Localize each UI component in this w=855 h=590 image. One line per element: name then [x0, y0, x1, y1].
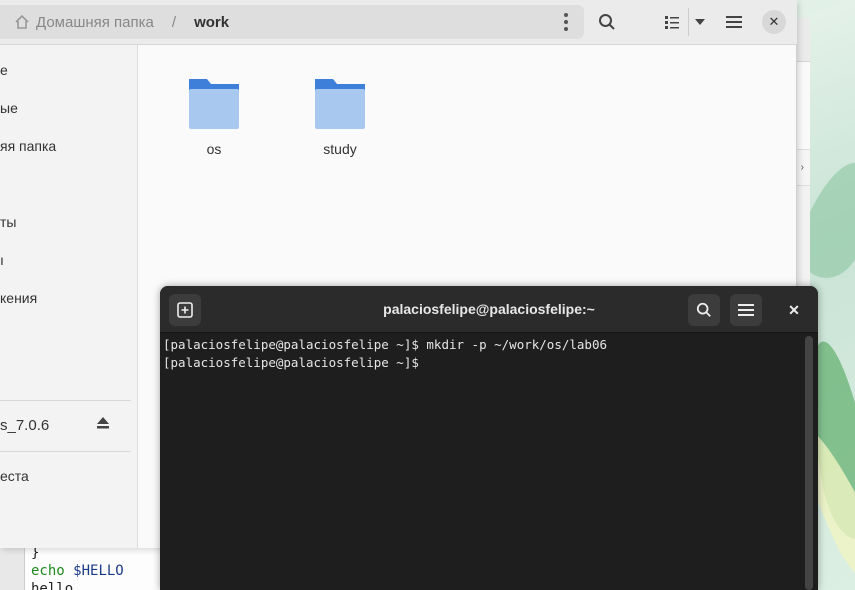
- chevron-right-icon: ›: [800, 162, 804, 173]
- search-button[interactable]: [596, 8, 618, 36]
- close-icon: ✕: [768, 14, 780, 29]
- editor-line: hello: [31, 581, 74, 590]
- sidebar-item[interactable]: яя папка: [0, 138, 56, 154]
- terminal-close-button[interactable]: ✕: [782, 298, 806, 322]
- terminal-search-button[interactable]: [688, 294, 720, 326]
- editor-line: echo $HELLO: [31, 563, 124, 579]
- folder-label: os: [206, 141, 222, 157]
- search-icon: [599, 14, 615, 30]
- terminal-window: palaciosfelipe@palaciosfelipe:~ ✕ [palac…: [160, 286, 818, 590]
- hamburger-menu-icon: [726, 16, 742, 28]
- sidebar-divider: [0, 400, 131, 401]
- folder-icon: [189, 79, 239, 129]
- hamburger-menu-icon: [738, 304, 754, 316]
- search-icon: [696, 302, 711, 317]
- view-list-button[interactable]: [660, 8, 684, 36]
- view-options-button[interactable]: [688, 8, 710, 36]
- header-bar: Домашняя папка / work ✕: [0, 0, 797, 45]
- terminal-line: [palaciosfelipe@palaciosfelipe ~]$ mkdir…: [163, 337, 608, 352]
- terminal-line: [palaciosfelipe@palaciosfelipe ~]$: [163, 355, 427, 370]
- folder-icon: [315, 79, 365, 129]
- terminal-scrollbar[interactable]: [805, 336, 813, 590]
- terminal-menu-button[interactable]: [730, 294, 762, 326]
- breadcrumb-home-label: Домашняя папка: [36, 13, 154, 31]
- sidebar: е ые яя папка ты ı кения s_7.0.6 еста: [0, 45, 138, 548]
- breadcrumb-separator: /: [171, 13, 177, 31]
- path-menu-icon[interactable]: [558, 12, 574, 32]
- folder-item[interactable]: os: [169, 75, 259, 157]
- home-icon: [15, 14, 29, 29]
- sidebar-item[interactable]: ты: [0, 214, 16, 230]
- sidebar-divider: [0, 451, 131, 452]
- chevron-down-icon: [694, 19, 705, 25]
- folder-label: study: [323, 141, 357, 157]
- sidebar-item-other-locations[interactable]: еста: [0, 468, 29, 484]
- breadcrumb-current[interactable]: work: [194, 14, 229, 31]
- list-view-icon: [665, 16, 679, 29]
- close-button[interactable]: ✕: [762, 10, 786, 34]
- sidebar-item[interactable]: ı: [0, 252, 4, 268]
- close-icon: ✕: [788, 301, 800, 318]
- terminal-output[interactable]: [palaciosfelipe@palaciosfelipe ~]$ mkdir…: [163, 336, 803, 372]
- breadcrumb-home[interactable]: Домашняя папка: [14, 14, 154, 31]
- main-menu-button[interactable]: [722, 8, 746, 36]
- path-bar[interactable]: Домашняя папка / work: [0, 5, 584, 39]
- eject-icon[interactable]: [96, 416, 110, 430]
- sidebar-item[interactable]: кения: [0, 290, 37, 306]
- terminal-header: palaciosfelipe@palaciosfelipe:~ ✕: [160, 286, 818, 333]
- folder-item[interactable]: study: [295, 75, 385, 157]
- sidebar-item[interactable]: е: [0, 62, 8, 78]
- sidebar-item-device[interactable]: s_7.0.6: [0, 417, 49, 434]
- sidebar-item[interactable]: ые: [0, 100, 18, 116]
